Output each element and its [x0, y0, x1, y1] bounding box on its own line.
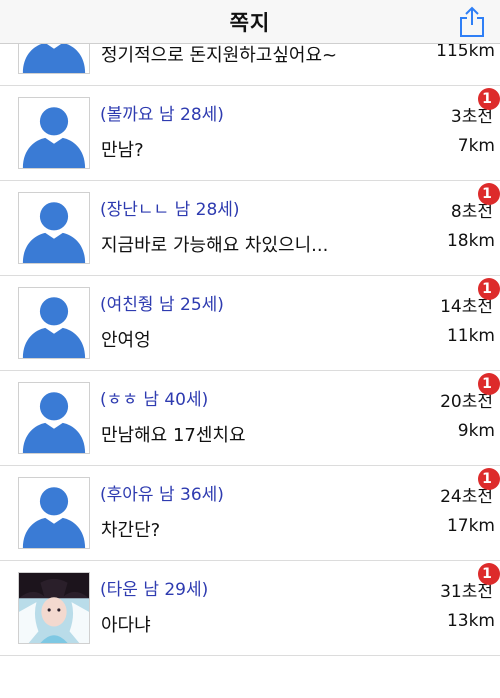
avatar-default-icon[interactable] — [18, 477, 90, 549]
message-preview: 만남해요 17센치요 — [101, 425, 246, 446]
message-list-scroller: (하이 남 28세) 정기적으로 돈지원하고싶어요~ 7초전 115km 1 (… — [0, 44, 500, 656]
sender-label: (ㅎㅎ 남 40세) — [100, 390, 209, 410]
avatar-default-icon[interactable] — [18, 192, 90, 264]
sender-label: (여친줭 남 25세) — [100, 295, 224, 315]
sender-label: (타운 남 29세) — [100, 580, 209, 600]
list-item[interactable]: (타운 남 29세) 아다냐 31초전 13km 1 — [0, 561, 500, 656]
avatar-default-icon[interactable] — [18, 382, 90, 454]
distance: 13km — [446, 611, 495, 631]
message-preview: 안여엉 — [101, 330, 151, 351]
sender-label: (볼까요 남 28세) — [100, 105, 224, 125]
list-item[interactable]: (여친줭 남 25세) 안여엉 14초전 11km 1 — [0, 276, 500, 371]
avatar-photo[interactable] — [18, 572, 90, 644]
unread-badge: 1 — [478, 183, 500, 205]
unread-badge: 1 — [478, 278, 500, 300]
avatar-default-icon[interactable] — [18, 44, 90, 74]
sender-label: (후아유 남 36세) — [100, 485, 224, 505]
message-preview: 지금바로 가능해요 차있으니... — [101, 235, 329, 256]
distance: 9km — [457, 421, 495, 441]
avatar-default-icon[interactable] — [18, 97, 90, 169]
share-icon[interactable] — [456, 4, 488, 38]
distance: 11km — [446, 326, 495, 346]
message-preview: 정기적으로 돈지원하고싶어요~ — [101, 45, 338, 66]
distance: 7km — [457, 136, 495, 156]
message-preview: 만남? — [101, 140, 144, 161]
distance: 17km — [446, 516, 495, 536]
list-item[interactable]: (후아유 남 36세) 차간단? 24초전 17km 1 — [0, 466, 500, 561]
navigation-bar: 쪽지 — [0, 0, 500, 44]
unread-badge: 1 — [478, 373, 500, 395]
message-preview: 아다냐 — [101, 615, 151, 636]
unread-badge: 1 — [478, 88, 500, 110]
distance: 18km — [446, 231, 495, 251]
distance: 115km — [436, 44, 495, 61]
list-item[interactable]: (볼까요 남 28세) 만남? 3초전 7km 1 — [0, 86, 500, 181]
page-title: 쪽지 — [229, 10, 271, 35]
list-item[interactable]: (장난ㄴㄴ 남 28세) 지금바로 가능해요 차있으니... 8초전 18km … — [0, 181, 500, 276]
sender-label: (장난ㄴㄴ 남 28세) — [100, 200, 240, 220]
message-preview: 차간단? — [101, 520, 161, 541]
message-list[interactable]: (하이 남 28세) 정기적으로 돈지원하고싶어요~ 7초전 115km 1 (… — [0, 44, 500, 698]
unread-badge: 1 — [478, 468, 500, 490]
unread-badge: 1 — [478, 563, 500, 585]
list-item[interactable]: (하이 남 28세) 정기적으로 돈지원하고싶어요~ 7초전 115km 1 — [0, 44, 500, 86]
avatar-default-icon[interactable] — [18, 287, 90, 359]
list-item[interactable]: (ㅎㅎ 남 40세) 만남해요 17센치요 20초전 9km 1 — [0, 371, 500, 466]
